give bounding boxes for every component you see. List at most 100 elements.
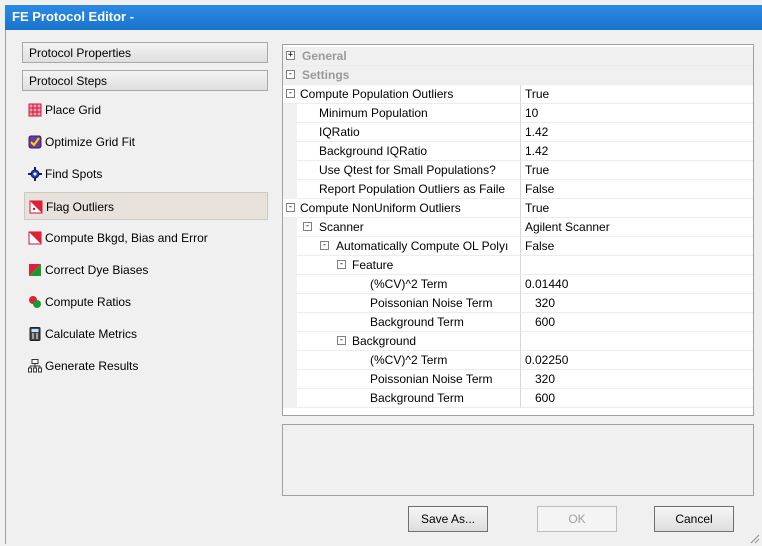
find-spots-icon	[28, 167, 42, 181]
property-name: (%CV)^2 Term	[370, 277, 448, 291]
property-value[interactable]: False	[520, 237, 753, 256]
property-name: Background	[352, 334, 417, 348]
property-row[interactable]: Background Term 600	[283, 389, 753, 408]
property-name: Feature	[352, 258, 394, 272]
property-row[interactable]: IQRatio 1.42	[283, 123, 753, 142]
step-label: Flag Outliers	[46, 200, 115, 214]
property-row[interactable]: - Automatically Compute OL Polyı False	[283, 237, 753, 256]
title-bar: FE Protocol Editor -	[0, 0, 762, 30]
property-value[interactable]: 600	[520, 313, 753, 332]
property-row[interactable]: - Compute NonUniform Outliers True	[283, 199, 753, 218]
property-value[interactable]: 1.42	[520, 142, 753, 161]
property-name: Background Term	[370, 391, 464, 405]
property-value[interactable]: False	[520, 180, 753, 199]
property-row[interactable]: - Feature	[283, 256, 753, 275]
category-label: Settings	[302, 68, 350, 82]
property-name: Use Qtest for Small Populations?	[319, 163, 496, 177]
property-row[interactable]: Report Population Outliers as Faile Fals…	[283, 180, 753, 199]
collapse-icon[interactable]: -	[337, 260, 346, 269]
collapse-icon[interactable]: -	[286, 89, 295, 98]
property-name: Background IQRatio	[319, 144, 428, 158]
step-label: Compute Bkgd, Bias and Error	[45, 231, 208, 245]
property-value[interactable]	[520, 332, 753, 351]
expand-icon[interactable]: +	[286, 51, 295, 60]
property-row[interactable]: - Background	[283, 332, 753, 351]
property-row[interactable]: (%CV)^2 Term 0.01440	[283, 275, 753, 294]
property-value[interactable]: 0.01440	[520, 275, 753, 294]
step-label: Optimize Grid Fit	[45, 135, 136, 149]
property-name: Minimum Population	[319, 106, 428, 120]
step-label: Compute Ratios	[45, 295, 132, 309]
description-pane	[282, 424, 754, 496]
optimize-grid-icon	[28, 135, 42, 149]
category-settings[interactable]: - Settings	[283, 66, 753, 85]
step-place-grid[interactable]: Place Grid	[24, 96, 268, 124]
step-label: Generate Results	[45, 359, 139, 373]
correct-dye-icon	[29, 264, 41, 276]
collapse-icon[interactable]: -	[286, 70, 295, 79]
compute-bkgd-icon	[28, 231, 42, 245]
property-name: Poissonian Noise Term	[370, 296, 493, 310]
step-label: Correct Dye Biases	[45, 263, 149, 277]
property-name: IQRatio	[319, 125, 360, 139]
step-find-spots[interactable]: Find Spots	[24, 160, 268, 188]
property-name: (%CV)^2 Term	[370, 353, 448, 367]
flag-outliers-icon	[29, 200, 43, 214]
property-name: Background Term	[370, 315, 464, 329]
property-row[interactable]: Use Qtest for Small Populations? True	[283, 161, 753, 180]
ok-button[interactable]: OK	[537, 506, 617, 532]
collapse-icon[interactable]: -	[320, 241, 329, 250]
property-value[interactable]: 320	[520, 294, 753, 313]
generate-results-icon	[28, 359, 42, 373]
compute-ratios-icon	[29, 296, 41, 308]
category-general[interactable]: + General	[283, 47, 753, 66]
property-row[interactable]: Poissonian Noise Term 320	[283, 294, 753, 313]
resize-grip-icon[interactable]	[750, 534, 760, 544]
step-compute-ratios[interactable]: Compute Ratios	[24, 288, 268, 316]
property-name: Compute Population Outliers	[300, 87, 454, 101]
property-row[interactable]: Background Term 600	[283, 313, 753, 332]
protocol-steps-label: Protocol Steps	[29, 74, 108, 88]
step-calculate-metrics[interactable]: Calculate Metrics	[24, 320, 268, 348]
property-name: Scanner	[319, 220, 364, 234]
protocol-properties-label: Protocol Properties	[29, 46, 132, 60]
property-value[interactable]: 0.02250	[520, 351, 753, 370]
save-as-button[interactable]: Save As...	[408, 506, 488, 532]
step-label: Place Grid	[45, 103, 102, 117]
property-row[interactable]: Poissonian Noise Term 320	[283, 370, 753, 389]
property-value[interactable]: Agilent Scanner	[520, 218, 753, 237]
protocol-properties-button[interactable]: Protocol Properties	[22, 42, 268, 63]
property-name: Poissonian Noise Term	[370, 372, 493, 386]
property-row[interactable]: Background IQRatio 1.42	[283, 142, 753, 161]
cancel-button[interactable]: Cancel	[654, 506, 734, 532]
step-generate-results[interactable]: Generate Results	[24, 352, 268, 380]
calculate-metrics-icon	[29, 327, 41, 341]
property-row[interactable]: - Scanner Agilent Scanner	[283, 218, 753, 237]
step-optimize-grid-fit[interactable]: Optimize Grid Fit	[24, 128, 268, 156]
step-correct-dye-biases[interactable]: Correct Dye Biases	[24, 256, 268, 284]
property-value[interactable]: 1.42	[520, 123, 753, 142]
protocol-navigator: Protocol Properties Protocol Steps Place…	[22, 42, 270, 538]
step-flag-outliers[interactable]: Flag Outliers	[24, 192, 268, 220]
property-row[interactable]: Minimum Population 10	[283, 104, 753, 123]
collapse-icon[interactable]: -	[303, 222, 312, 231]
property-grid[interactable]: + General - Settings - Compute Populatio…	[282, 44, 754, 416]
property-value[interactable]: True	[520, 161, 753, 180]
protocol-steps-button[interactable]: Protocol Steps	[22, 70, 268, 91]
property-name: Report Population Outliers as Faile	[319, 182, 506, 196]
step-label: Find Spots	[45, 167, 103, 181]
property-value[interactable]: True	[520, 85, 753, 104]
property-value[interactable]: 10	[520, 104, 753, 123]
property-value[interactable]	[520, 256, 753, 275]
property-value[interactable]: True	[520, 199, 753, 218]
property-name: Automatically Compute OL Polyı	[336, 239, 509, 253]
window-title: FE Protocol Editor -	[12, 9, 135, 24]
property-value[interactable]: 600	[520, 389, 753, 408]
collapse-icon[interactable]: -	[337, 336, 346, 345]
property-value[interactable]: 320	[520, 370, 753, 389]
property-row[interactable]: (%CV)^2 Term 0.02250	[283, 351, 753, 370]
property-row[interactable]: - Compute Population Outliers True	[283, 85, 753, 104]
collapse-icon[interactable]: -	[286, 203, 295, 212]
step-compute-bkgd[interactable]: Compute Bkgd, Bias and Error	[24, 224, 268, 252]
property-name: Compute NonUniform Outliers	[300, 201, 461, 215]
